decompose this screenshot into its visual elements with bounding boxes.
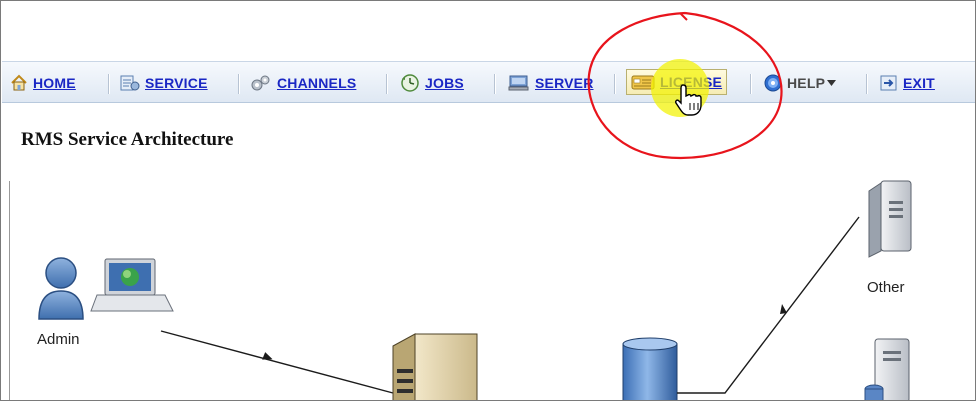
nav-divider xyxy=(866,74,867,94)
nav-home[interactable]: HOME xyxy=(10,71,76,95)
server-tower-icon xyxy=(392,333,478,400)
laptop-icon xyxy=(90,258,174,312)
exit-icon xyxy=(880,75,897,91)
nav-jobs-label[interactable]: JOBS xyxy=(425,75,464,91)
nav-channels-label[interactable]: CHANNELS xyxy=(277,75,356,91)
license-icon xyxy=(631,75,655,90)
nav-divider xyxy=(494,74,495,94)
nav-exit[interactable]: EXIT xyxy=(880,71,935,95)
app-window: HOME SERVICE CHANNELS JOBS SERVER LICENS… xyxy=(0,0,976,401)
nav-divider xyxy=(238,74,239,94)
nav-server-label[interactable]: SERVER xyxy=(535,75,594,91)
nav-jobs[interactable]: JOBS xyxy=(400,71,464,95)
top-navigation-bar: HOME SERVICE CHANNELS JOBS SERVER LICENS… xyxy=(2,61,975,103)
page-title: RMS Service Architecture xyxy=(21,129,234,150)
nav-service[interactable]: SERVICE xyxy=(120,71,208,95)
dropdown-arrow-icon[interactable] xyxy=(827,80,837,86)
nav-help-label[interactable]: HELP xyxy=(787,75,825,91)
other-label: Other xyxy=(867,279,905,296)
nav-home-label[interactable]: HOME xyxy=(33,75,76,91)
help-icon xyxy=(764,74,782,92)
admin-user-icon xyxy=(38,257,84,320)
nav-divider xyxy=(386,74,387,94)
nav-divider xyxy=(750,74,751,94)
server-icon xyxy=(508,75,529,91)
server-tower-icon xyxy=(864,338,910,400)
nav-divider xyxy=(108,74,109,94)
diagram-left-border xyxy=(9,181,10,400)
database-cylinder-icon xyxy=(622,337,678,400)
channels-icon xyxy=(251,75,270,91)
jobs-icon xyxy=(401,74,419,92)
admin-label: Admin xyxy=(37,331,80,348)
nav-license-label[interactable]: LICENSE xyxy=(660,74,722,90)
nav-exit-label[interactable]: EXIT xyxy=(903,75,935,91)
red-annotation-tail xyxy=(679,12,688,21)
service-icon xyxy=(120,75,140,91)
nav-divider xyxy=(614,74,615,94)
nav-server[interactable]: SERVER xyxy=(508,71,594,95)
nav-license[interactable]: LICENSE xyxy=(626,69,728,95)
nav-channels[interactable]: CHANNELS xyxy=(250,71,356,95)
nav-service-label[interactable]: SERVICE xyxy=(145,75,208,91)
nav-help[interactable]: HELP xyxy=(764,71,837,95)
home-icon xyxy=(11,74,27,91)
server-tower-icon xyxy=(868,180,912,258)
